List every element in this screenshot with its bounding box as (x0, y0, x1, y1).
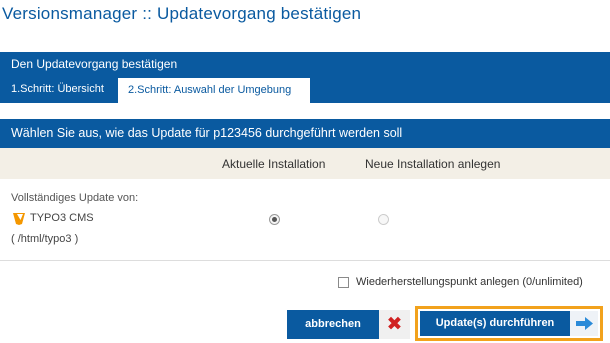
arrow-right-icon[interactable] (570, 311, 598, 336)
update-button-group: Update(s) durchführen (415, 306, 603, 341)
update-button[interactable]: Update(s) durchführen (420, 311, 570, 336)
restore-point-checkbox[interactable] (338, 277, 349, 288)
update-row-label: Vollständiges Update von: (11, 192, 139, 204)
divider (0, 260, 610, 261)
confirm-heading: Den Updatevorgang bestätigen (0, 52, 610, 76)
product-path: ( /html/typo3 ) (11, 233, 79, 245)
column-current-installation: Aktuelle Installation (222, 157, 326, 171)
typo3-logo-icon (11, 210, 27, 226)
product-name-line: TYPO3 CMS (11, 210, 94, 226)
tab-step-environment[interactable]: 2.Schritt: Auswahl der Umgebung (117, 77, 311, 103)
product-name: TYPO3 CMS (30, 212, 94, 224)
page-title: Versionsmanager :: Updatevorgang bestäti… (2, 4, 362, 23)
cancel-button[interactable]: abbrechen (287, 310, 379, 339)
close-icon[interactable]: ✖ (379, 310, 410, 339)
step-tabs: 1.Schritt: Übersicht 2.Schritt: Auswahl … (0, 76, 610, 103)
radio-current-installation[interactable] (269, 214, 280, 225)
cancel-button-group: abbrechen ✖ (287, 310, 410, 339)
table-header: Aktuelle Installation Neue Installation … (0, 148, 610, 179)
restore-point-label: Wiederherstellungspunkt anlegen (0/unlim… (356, 276, 583, 288)
selection-heading: Wählen Sie aus, wie das Update für p1234… (0, 119, 610, 148)
column-new-installation: Neue Installation anlegen (365, 157, 501, 171)
radio-new-installation (378, 214, 389, 225)
tab-step-overview[interactable]: 1.Schritt: Übersicht (1, 76, 114, 103)
